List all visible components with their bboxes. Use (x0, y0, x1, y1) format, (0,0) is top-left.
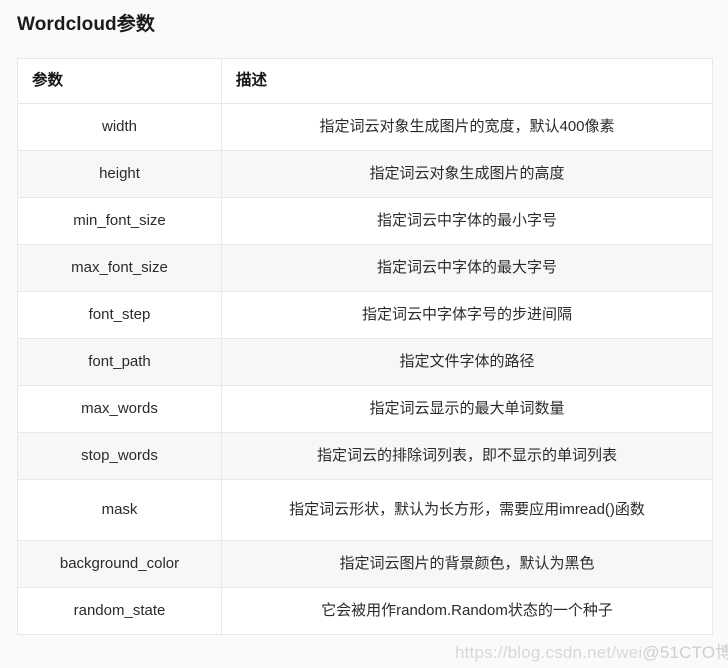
parameters-table-container: 参数 描述 width 指定词云对象生成图片的宽度，默认400像素 height… (17, 58, 713, 635)
param-desc-cell: 指定词云显示的最大单词数量 (221, 385, 713, 433)
param-desc-cell: 指定词云中字体字号的步进间隔 (221, 291, 713, 339)
param-name-cell: font_step (17, 291, 222, 339)
param-name-cell: max_font_size (17, 244, 222, 292)
table-row: mask 指定词云形状，默认为长方形，需要应用imread()函数 (17, 479, 713, 541)
param-name-cell: height (17, 150, 222, 198)
param-name-cell: background_color (17, 540, 222, 588)
table-header-row: 参数 描述 (17, 58, 713, 104)
param-desc-cell: 它会被用作random.Random状态的一个种子 (221, 587, 713, 635)
param-desc-cell: 指定词云的排除词列表，即不显示的单词列表 (221, 432, 713, 480)
table-row: max_words 指定词云显示的最大单词数量 (17, 385, 713, 433)
document-page: Wordcloud参数 参数 描述 width 指定词云对象生成图片的宽度，默认… (0, 0, 728, 668)
param-desc-cell: 指定词云图片的背景颜色，默认为黑色 (221, 540, 713, 588)
table-row: min_font_size 指定词云中字体的最小字号 (17, 197, 713, 245)
param-name-cell: font_path (17, 338, 222, 386)
param-desc-cell: 指定词云中字体的最小字号 (221, 197, 713, 245)
table-row: font_path 指定文件字体的路径 (17, 338, 713, 386)
table-row: font_step 指定词云中字体字号的步进间隔 (17, 291, 713, 339)
param-desc-cell: 指定词云对象生成图片的高度 (221, 150, 713, 198)
table-row: stop_words 指定词云的排除词列表，即不显示的单词列表 (17, 432, 713, 480)
watermark-brand: @51CTO博客 (642, 643, 728, 662)
param-name-cell: width (17, 103, 222, 151)
table-row: random_state 它会被用作random.Random状态的一个种子 (17, 587, 713, 635)
table-header: 参数 描述 (17, 58, 713, 104)
table-row: max_font_size 指定词云中字体的最大字号 (17, 244, 713, 292)
table-row: background_color 指定词云图片的背景颜色，默认为黑色 (17, 540, 713, 588)
param-desc-cell: 指定词云中字体的最大字号 (221, 244, 713, 292)
page-title: Wordcloud参数 (17, 14, 155, 35)
param-name-cell: stop_words (17, 432, 222, 480)
table-row: height 指定词云对象生成图片的高度 (17, 150, 713, 198)
watermark: https://blog.csdn.net/wei@51CTO博客 (455, 638, 728, 663)
column-header-param: 参数 (17, 58, 222, 104)
param-name-cell: random_state (17, 587, 222, 635)
param-desc-cell: 指定词云形状，默认为长方形，需要应用imread()函数 (221, 479, 713, 541)
parameters-table: 参数 描述 width 指定词云对象生成图片的宽度，默认400像素 height… (17, 58, 713, 635)
watermark-url: https://blog.csdn.net/wei (455, 643, 643, 662)
param-desc-cell: 指定词云对象生成图片的宽度，默认400像素 (221, 103, 713, 151)
param-name-cell: max_words (17, 385, 222, 433)
column-header-desc: 描述 (221, 58, 713, 104)
table-row: width 指定词云对象生成图片的宽度，默认400像素 (17, 103, 713, 151)
param-desc-cell: 指定文件字体的路径 (221, 338, 713, 386)
param-name-cell: min_font_size (17, 197, 222, 245)
param-name-cell: mask (17, 479, 222, 541)
table-body: width 指定词云对象生成图片的宽度，默认400像素 height 指定词云对… (17, 103, 713, 635)
